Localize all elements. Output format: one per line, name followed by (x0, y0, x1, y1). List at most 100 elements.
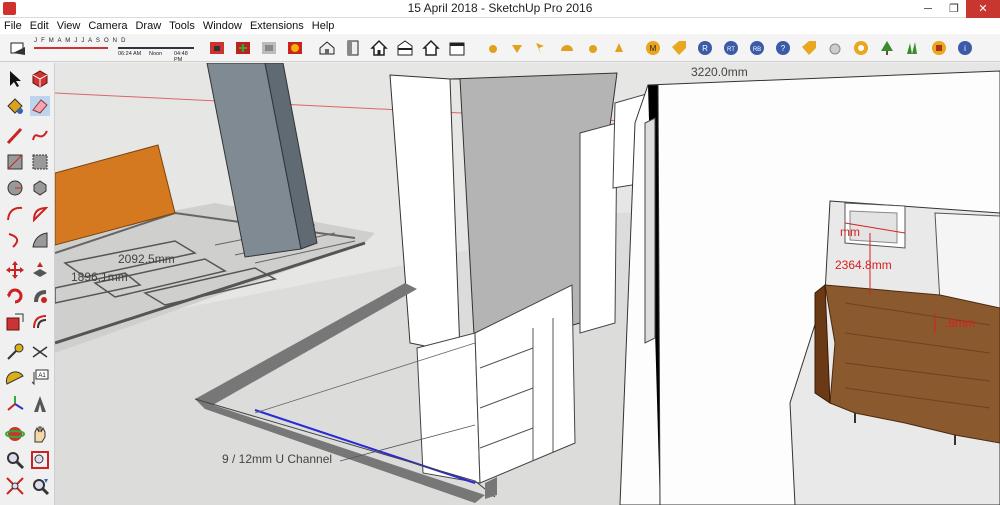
svg-text:M: M (650, 44, 657, 53)
sphere-icon[interactable] (826, 39, 844, 57)
push-pull-icon[interactable] (30, 260, 50, 280)
zoom-extents-icon[interactable] (5, 476, 25, 496)
tape-measure-icon[interactable] (5, 342, 25, 362)
menu-window[interactable]: Window (203, 20, 242, 32)
axes-icon[interactable] (5, 394, 25, 414)
time-end: 04:48 PM (174, 51, 188, 63)
menu-help[interactable]: Help (312, 20, 335, 32)
left-tool-palette: A1 (0, 63, 55, 505)
menu-draw[interactable]: Draw (135, 20, 161, 32)
iso-view-icon[interactable] (318, 39, 336, 57)
menu-camera[interactable]: Camera (88, 20, 127, 32)
render-settings-icon[interactable] (852, 39, 870, 57)
top-view-icon[interactable] (344, 39, 362, 57)
rotated-rectangle-icon[interactable] (30, 152, 50, 172)
shadow-months: J F M A M J J A S O N D (34, 38, 127, 44)
svg-text:i: i (964, 44, 966, 53)
follow-me-icon[interactable] (30, 286, 50, 306)
front-view-icon[interactable] (370, 39, 388, 57)
text-icon[interactable]: A1 (30, 368, 50, 388)
cone-light-icon[interactable] (610, 39, 628, 57)
zoom-icon[interactable] (5, 450, 25, 470)
svg-text:RT: RT (727, 47, 735, 53)
paint-tag-icon[interactable] (800, 39, 818, 57)
light-dot-icon[interactable] (484, 39, 502, 57)
extension-warehouse-icon[interactable] (286, 39, 304, 57)
time-start: 06:24 AM (118, 51, 142, 57)
move-icon[interactable] (5, 260, 25, 280)
render-rt-icon[interactable]: RT (722, 39, 740, 57)
circle-icon[interactable] (5, 178, 25, 198)
close-button[interactable]: ✕ (966, 0, 1000, 18)
select-icon[interactable] (5, 69, 25, 89)
line-icon[interactable] (5, 126, 25, 146)
left-view-icon[interactable] (448, 39, 466, 57)
date-slider[interactable] (34, 47, 108, 49)
menu-extensions[interactable]: Extensions (250, 20, 304, 32)
window-title: 15 April 2018 - SketchUp Pro 2016 (407, 1, 593, 15)
dimension-2092[interactable]: 2092.5mm (118, 252, 175, 266)
eraser-icon[interactable] (30, 96, 50, 116)
back-view-icon[interactable] (422, 39, 440, 57)
main-toolbar: J F M A M J J A S O N D 06:24 AM Noon 04… (0, 34, 1000, 63)
previous-view-icon[interactable] (30, 476, 50, 496)
tag-icon[interactable] (670, 39, 688, 57)
share-model-icon[interactable] (234, 39, 252, 57)
zoom-window-icon[interactable] (30, 450, 50, 470)
component-icon[interactable] (260, 39, 278, 57)
shadow-settings-widget[interactable]: J F M A M J J A S O N D 06:24 AM Noon 04… (34, 38, 196, 63)
right-view-icon[interactable] (396, 39, 414, 57)
scene-drawing (55, 63, 1000, 505)
dome-light-icon[interactable] (558, 39, 576, 57)
dimension-partial-mm[interactable]: mm (840, 225, 860, 239)
dimension-2364[interactable]: 2364.8mm (835, 258, 892, 272)
warehouse-icon[interactable] (208, 39, 226, 57)
dimension-3220[interactable]: 3220.0mm (691, 65, 748, 79)
3d-text-icon[interactable] (30, 394, 50, 414)
tree-proxy-icon[interactable] (878, 39, 896, 57)
material-m-icon[interactable]: M (644, 39, 662, 57)
light-mix-icon[interactable] (930, 39, 948, 57)
arrow-light-icon[interactable] (532, 39, 550, 57)
polygon-icon[interactable] (30, 178, 50, 198)
svg-text:R: R (702, 44, 708, 53)
svg-text:?: ? (781, 44, 786, 53)
minimize-button[interactable]: ─ (914, 0, 942, 18)
orbit-icon[interactable] (5, 424, 25, 444)
svg-text:A1: A1 (38, 373, 46, 379)
protractor-icon[interactable] (5, 368, 25, 388)
spot-light-icon[interactable] (508, 39, 526, 57)
time-slider[interactable] (118, 47, 194, 49)
menu-file[interactable]: File (4, 20, 22, 32)
sphere-light-icon[interactable] (584, 39, 602, 57)
maximize-button[interactable]: ❐ (940, 0, 968, 18)
freehand-icon[interactable] (30, 126, 50, 146)
info-icon[interactable]: i (956, 39, 974, 57)
svg-text:RB: RB (753, 47, 761, 53)
offset-icon[interactable] (30, 312, 50, 332)
rectangle-icon[interactable] (5, 152, 25, 172)
model-viewport[interactable]: 3220.0mm 2092.5mm 1896.1mm 2364.8mm mm .… (55, 63, 1000, 505)
render-rb-icon[interactable]: RB (748, 39, 766, 57)
pan-icon[interactable] (30, 424, 50, 444)
two-point-arc-icon[interactable] (5, 230, 25, 250)
pie-icon[interactable] (30, 204, 50, 224)
menu-view[interactable]: View (57, 20, 81, 32)
grass-icon[interactable] (904, 39, 922, 57)
render-r-icon[interactable]: R (696, 39, 714, 57)
dimension-partial-8mm[interactable]: .8mm (945, 316, 975, 330)
rotate-icon[interactable] (5, 286, 25, 306)
shadows-toggle-icon[interactable] (9, 39, 27, 57)
paint-bucket-icon[interactable] (5, 96, 25, 116)
menu-tools[interactable]: Tools (169, 20, 195, 32)
dimension-icon[interactable] (30, 342, 50, 362)
u-channel-label[interactable]: 9 / 12mm U Channel (222, 452, 332, 466)
make-component-icon[interactable] (30, 69, 50, 89)
three-point-arc-icon[interactable] (30, 230, 50, 250)
menu-edit[interactable]: Edit (30, 20, 49, 32)
dimension-1896[interactable]: 1896.1mm (71, 270, 128, 284)
time-mid: Noon (149, 51, 163, 57)
arc-icon[interactable] (5, 204, 25, 224)
scale-icon[interactable] (5, 312, 25, 332)
help-icon[interactable]: ? (774, 39, 792, 57)
